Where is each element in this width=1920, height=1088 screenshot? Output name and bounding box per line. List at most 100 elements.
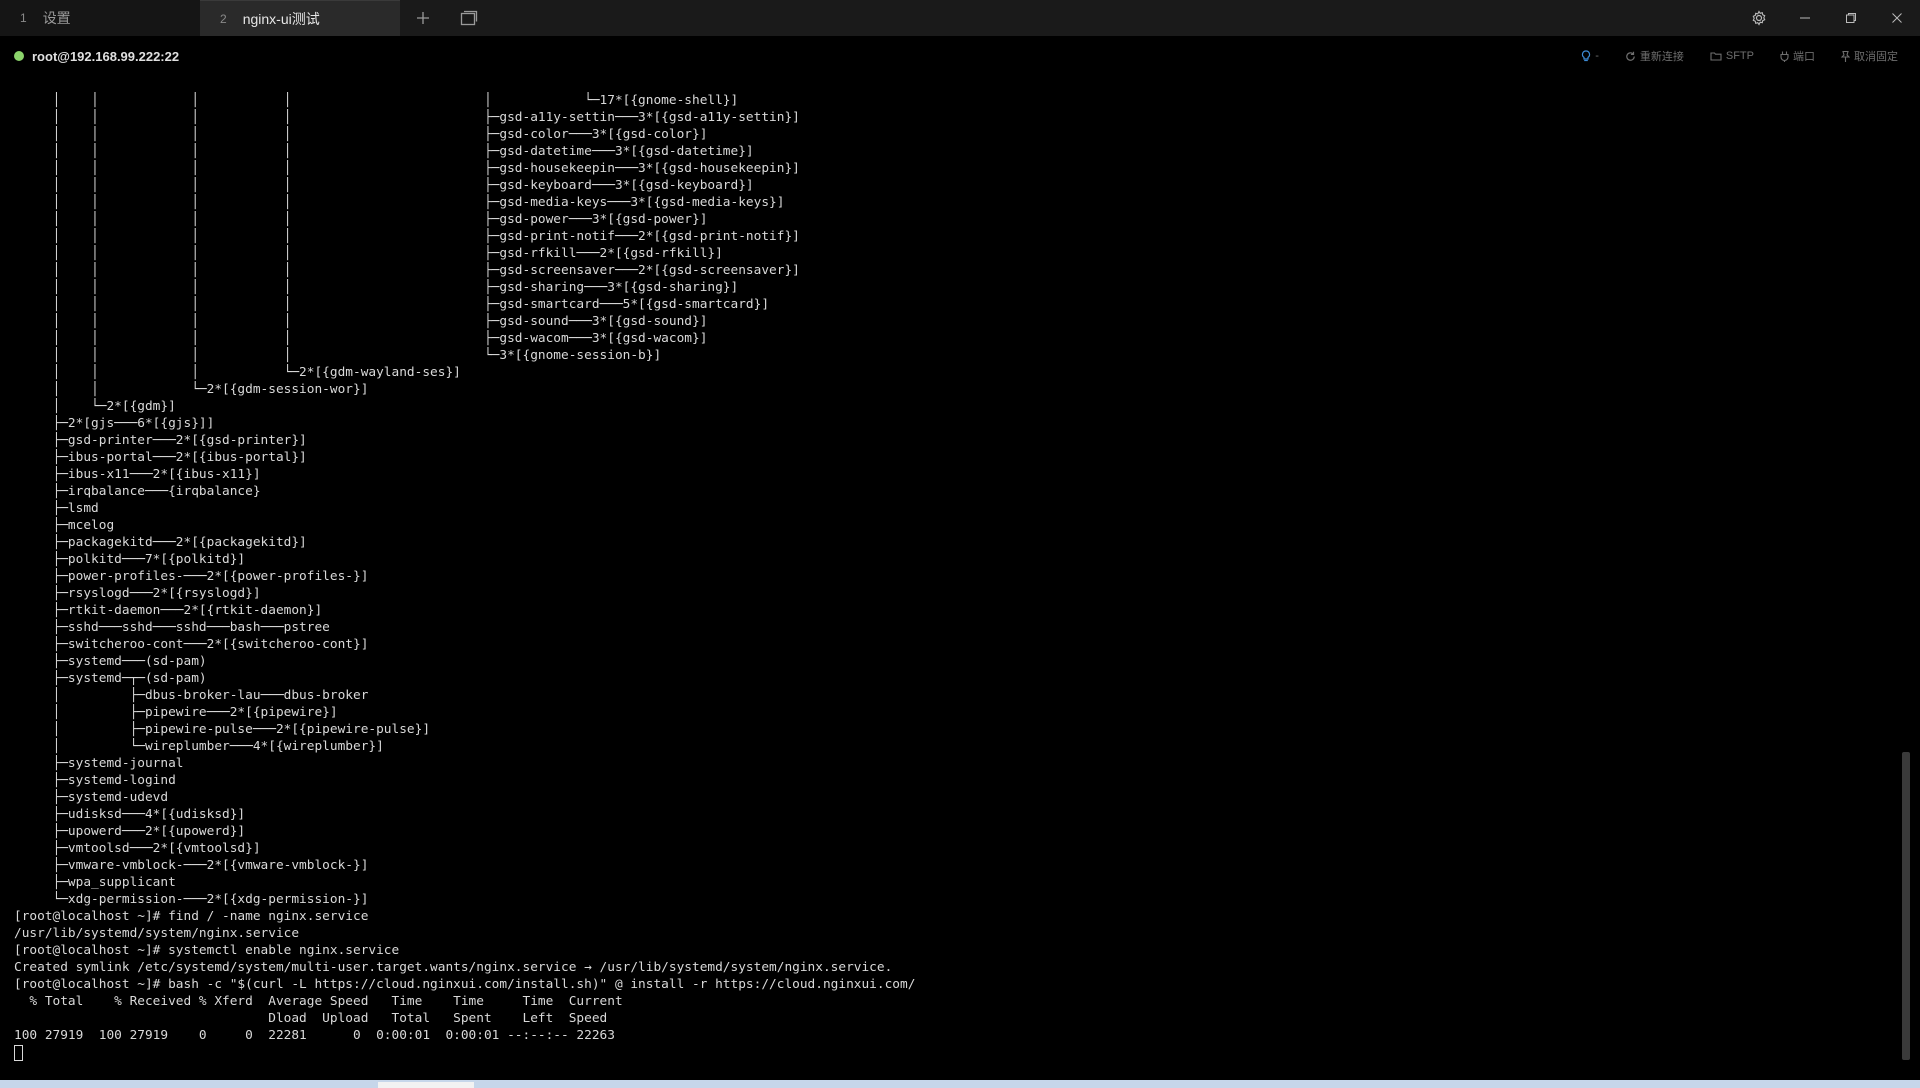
terminal-line: │ └─2*[{gdm}] — [14, 399, 176, 414]
terminal-line: │ │ │ │ ├─gsd-color───3*[{gsd-color}] — [14, 127, 708, 142]
terminal-line: Dload Upload Total Spent Left Speed — [14, 1011, 608, 1026]
terminal-line: │ │ │ │ ├─gsd-wacom───3*[{gsd-wacom}] — [14, 331, 708, 346]
highlight-label: - — [1595, 50, 1599, 62]
terminal-line: ├─vmtoolsd───2*[{vmtoolsd}] — [14, 841, 261, 856]
terminal-line: │ │ │ │ ├─gsd-a11y-settin───3*[{gsd-a11y… — [14, 110, 800, 125]
terminal-line: ├─polkitd───7*[{polkitd}] — [14, 552, 246, 567]
terminal-line: ├─ibus-x11───2*[{ibus-x11}] — [14, 467, 261, 482]
terminal-line: 100 27919 100 27919 0 0 22281 0 0:00:01 … — [14, 1028, 615, 1043]
minimize-icon — [1800, 17, 1810, 19]
status-dot — [14, 51, 24, 61]
restore-icon — [1846, 13, 1856, 23]
terminal-line: ├─systemd-journal — [14, 756, 184, 771]
terminal-line: ├─systemd───(sd-pam) — [14, 654, 207, 669]
tabs-icon — [460, 10, 478, 26]
terminal-line: % Total % Received % Xferd Average Speed… — [14, 994, 623, 1009]
terminal-line: [root@localhost ~]# find / -name nginx.s… — [14, 909, 369, 924]
terminal-line: ├─2*[gjs───6*[{gjs}]] — [14, 416, 215, 431]
terminal-line: │ │ │ │ ├─gsd-media-keys───3*[{gsd-media… — [14, 195, 785, 210]
terminal-line: │ │ │ │ ├─gsd-rfkill───2*[{gsd-rfkill}] — [14, 246, 723, 261]
plus-icon — [417, 12, 429, 24]
tab-settings[interactable]: 1 设置 — [0, 0, 200, 36]
terminal-text: │ │ │ │ │ └─17*[{gnome-shell}] │ │ │ │ ├… — [14, 92, 1890, 1044]
terminal-line: ├─power-profiles-───2*[{power-profiles-}… — [14, 569, 369, 584]
terminal-line: ├─upowerd───2*[{upowerd}] — [14, 824, 246, 839]
lightbulb-icon — [1582, 50, 1591, 62]
terminal-line: │ ├─dbus-broker-lau───dbus-broker — [14, 688, 369, 703]
tab-number: 1 — [20, 11, 27, 25]
terminal-line: ├─irqbalance───{irqbalance} — [14, 484, 261, 499]
terminal-line: ├─lsmd — [14, 501, 99, 516]
bottom-strip-chip — [378, 1082, 474, 1088]
bottom-strip — [0, 1080, 1920, 1088]
terminal-line: │ │ └─2*[{gdm-session-wor}] — [14, 382, 369, 397]
terminal-line: │ │ │ │ ├─gsd-keyboard───3*[{gsd-keyboar… — [14, 178, 754, 193]
terminal-line: │ ├─pipewire───2*[{pipewire}] — [14, 705, 338, 720]
sftp-button[interactable]: SFTP — [1710, 48, 1754, 64]
terminal-line: ├─udisksd───4*[{udisksd}] — [14, 807, 246, 822]
settings-button[interactable] — [1736, 0, 1782, 36]
tab-nginx-ui[interactable]: 2 nginx-ui测试 — [200, 0, 400, 36]
terminal-line: ├─ibus-portal───2*[{ibus-portal}] — [14, 450, 307, 465]
close-button[interactable] — [1874, 0, 1920, 36]
minimize-button[interactable] — [1782, 0, 1828, 36]
terminal-line: ├─systemd─┬─(sd-pam) — [14, 671, 207, 686]
session-actions: - 重新连接 SFTP 端口 取消固定 — [1581, 48, 1898, 64]
terminal-line: ├─systemd-udevd — [14, 790, 169, 805]
terminal-line: │ │ │ │ ├─gsd-sound───3*[{gsd-sound}] — [14, 314, 708, 329]
scrollbar-thumb[interactable] — [1902, 752, 1910, 1060]
terminal-line: ├─vmware-vmblock-───2*[{vmware-vmblock-}… — [14, 858, 369, 873]
tab-number: 2 — [220, 11, 227, 26]
terminal-line: │ │ │ │ ├─gsd-power───3*[{gsd-power}] — [14, 212, 708, 227]
terminal-line: │ │ │ │ ├─gsd-datetime───3*[{gsd-datetim… — [14, 144, 754, 159]
terminal-line: [root@localhost ~]# bash -c "$(curl -L h… — [14, 977, 916, 992]
folder-icon — [1710, 52, 1722, 61]
close-icon — [1892, 13, 1902, 23]
terminal-line: ├─rtkit-daemon───2*[{rtkit-daemon}] — [14, 603, 323, 618]
terminal-line: │ │ │ │ ├─gsd-print-notif───2*[{gsd-prin… — [14, 229, 800, 244]
terminal-line: │ └─wireplumber───4*[{wireplumber}] — [14, 739, 384, 754]
terminal-line: ├─mcelog — [14, 518, 115, 533]
reconnect-button[interactable]: 重新连接 — [1625, 48, 1684, 64]
window-controls — [1736, 0, 1920, 36]
terminal-line: ├─gsd-printer───2*[{gsd-printer}] — [14, 433, 307, 448]
terminal-line: │ │ │ │ ├─gsd-smartcard───5*[{gsd-smartc… — [14, 297, 770, 312]
terminal-scrollbar[interactable] — [1902, 92, 1910, 1060]
tab-overview-button[interactable] — [446, 0, 492, 36]
terminal-cursor — [14, 1044, 23, 1061]
terminal-line: ├─rsyslogd───2*[{rsyslogd}] — [14, 586, 261, 601]
sftp-label: SFTP — [1725, 50, 1754, 62]
host-label: root@192.168.99.222:22 — [32, 48, 180, 64]
terminal-line: │ │ │ │ ├─gsd-screensaver───2*[{gsd-scre… — [14, 263, 800, 278]
port-label: 端口 — [1793, 51, 1815, 63]
plug-icon — [1780, 51, 1789, 62]
tab-bar: 1 设置 2 nginx-ui测试 — [0, 0, 1920, 36]
terminal-line: │ ├─pipewire-pulse───2*[{pipewire-pulse}… — [14, 722, 431, 737]
terminal-prompt-line[interactable] — [14, 1044, 1890, 1061]
terminal-line: [root@localhost ~]# systemctl enable ngi… — [14, 943, 400, 958]
highlight-button[interactable]: - — [1581, 48, 1599, 64]
terminal-line: ├─systemd-logind — [14, 773, 176, 788]
terminal-output[interactable]: │ │ │ │ │ └─17*[{gnome-shell}] │ │ │ │ ├… — [14, 92, 1890, 1070]
terminal-line: │ │ │ │ └─3*[{gnome-session-b}] — [14, 348, 662, 363]
terminal-line: │ │ │ │ │ └─17*[{gnome-shell}] — [14, 93, 739, 108]
reconnect-label: 重新连接 — [1639, 51, 1684, 63]
pin-icon — [1841, 50, 1850, 62]
unpin-label: 取消固定 — [1854, 51, 1898, 63]
new-tab-button[interactable] — [400, 0, 446, 36]
terminal-line: ├─sshd───sshd───sshd───bash───pstree — [14, 620, 330, 635]
terminal-line: │ │ │ │ ├─gsd-housekeepin───3*[{gsd-hous… — [14, 161, 800, 176]
gear-icon — [1752, 10, 1766, 26]
port-button[interactable]: 端口 — [1780, 48, 1815, 64]
terminal-line: │ │ │ │ ├─gsd-sharing───3*[{gsd-sharing}… — [14, 280, 739, 295]
terminal-line: Created symlink /etc/systemd/system/mult… — [14, 960, 893, 975]
tab-label: nginx-ui测试 — [242, 10, 320, 27]
session-bar: root@192.168.99.222:22 - 重新连接 SFTP 端口 取消… — [0, 36, 1920, 76]
restore-button[interactable] — [1828, 0, 1874, 36]
terminal-line: ├─switcheroo-cont───2*[{switcheroo-cont}… — [14, 637, 369, 652]
connection-status: root@192.168.99.222:22 — [14, 49, 179, 64]
refresh-icon — [1626, 51, 1635, 61]
terminal-line: ├─packagekitd───2*[{packagekitd}] — [14, 535, 307, 550]
unpin-button[interactable]: 取消固定 — [1841, 48, 1898, 64]
tab-label: 设置 — [42, 10, 71, 26]
